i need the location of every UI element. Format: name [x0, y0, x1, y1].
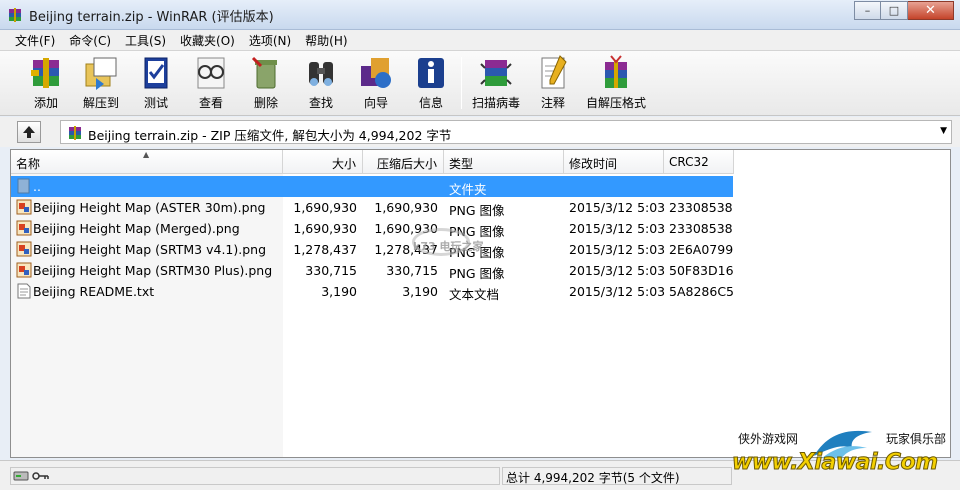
wizard-icon [361, 58, 391, 88]
png-file-icon [16, 220, 32, 236]
find-button[interactable]: 查找 [295, 54, 347, 112]
archive-icon [69, 126, 81, 140]
up-folder-button[interactable] [17, 121, 41, 143]
address-text: Beijing terrain.zip - ZIP 压缩文件, 解包大小为 4,… [88, 128, 452, 143]
delete-icon [251, 56, 277, 89]
comment-button[interactable]: 注释 [527, 54, 579, 112]
file-list[interactable]: 名称 ▲ 大小 压缩后大小 类型 修改时间 CRC32 .. 文件夹 Beiji… [10, 149, 951, 458]
extract-to-icon [85, 57, 117, 90]
wizard-button[interactable]: 向导 [350, 54, 402, 112]
menu-options[interactable]: 选项(N) [242, 30, 298, 50]
view-icon [197, 57, 225, 89]
column-header-type[interactable]: 类型 [444, 150, 564, 174]
png-file-icon [16, 262, 32, 278]
up-arrow-icon [23, 126, 35, 138]
folder-icon [17, 178, 30, 194]
png-file-icon [16, 199, 32, 215]
column-header-name[interactable]: 名称 ▲ [11, 150, 283, 174]
column-header-size[interactable]: 大小 [283, 150, 363, 174]
menu-tools[interactable]: 工具(S) [118, 30, 173, 50]
window-controls: – □ ✕ [854, 1, 954, 20]
table-row[interactable]: Beijing README.txt 3,190 3,190 文本文档 2015… [11, 281, 734, 302]
view-button[interactable]: 查看 [185, 54, 237, 112]
table-row-parent[interactable]: .. 文件夹 [11, 176, 733, 197]
sfx-button[interactable]: 自解压格式 [586, 54, 646, 112]
text-file-icon [17, 283, 31, 299]
close-button[interactable]: ✕ [908, 1, 954, 20]
delete-button[interactable]: 删除 [240, 54, 292, 112]
toolbar: 添加 解压到 测试 查看 删除 查找 向导 信息 扫描病毒 注释 自解压格式 [0, 50, 960, 116]
winrar-icon [9, 8, 21, 22]
extract-to-button[interactable]: 解压到 [75, 54, 127, 112]
png-file-icon [16, 241, 32, 257]
find-icon [309, 62, 333, 86]
sort-ascending-icon: ▲ [143, 150, 150, 159]
column-header-packed[interactable]: 压缩后大小 [363, 150, 444, 174]
virus-scan-icon [480, 60, 512, 86]
minimize-button[interactable]: – [854, 1, 881, 20]
test-icon [144, 57, 168, 89]
address-field[interactable]: Beijing terrain.zip - ZIP 压缩文件, 解包大小为 4,… [60, 120, 952, 144]
column-header-crc32[interactable]: CRC32 [664, 150, 734, 174]
table-row[interactable]: Beijing Height Map (SRTM3 v4.1).png 1,27… [11, 239, 733, 260]
toolbar-separator [461, 57, 462, 109]
title-bar: Beijing terrain.zip - WinRAR (评估版本) – □ … [0, 0, 960, 30]
menu-commands[interactable]: 命令(C) [62, 30, 118, 50]
status-summary: 总计 4,994,202 字节(5 个文件) [502, 467, 732, 485]
address-bar: Beijing terrain.zip - ZIP 压缩文件, 解包大小为 4,… [0, 117, 960, 147]
key-icon[interactable] [32, 470, 50, 482]
watermark-logo [412, 228, 470, 256]
add-archive-icon [31, 58, 59, 88]
menu-help[interactable]: 帮助(H) [298, 30, 354, 50]
comment-icon [541, 55, 567, 89]
drive-icon[interactable] [13, 470, 29, 482]
status-left-panel [10, 467, 500, 485]
test-button[interactable]: 测试 [130, 54, 182, 112]
menu-favorites[interactable]: 收藏夹(O) [173, 30, 242, 50]
maximize-button[interactable]: □ [881, 1, 908, 20]
table-row[interactable]: Beijing Height Map (ASTER 30m).png 1,690… [11, 197, 733, 218]
menu-bar: 文件(F) 命令(C) 工具(S) 收藏夹(O) 选项(N) 帮助(H) [0, 30, 960, 50]
virus-scan-button[interactable]: 扫描病毒 [470, 54, 522, 112]
column-header-modified[interactable]: 修改时间 [564, 150, 664, 174]
brand-url: www.Xiawai.Com [732, 450, 939, 476]
brand-watermark: 侠外游戏网 玩家俱乐部 www.Xiawai.Com [728, 426, 960, 490]
info-icon [418, 58, 444, 88]
add-button[interactable]: 添加 [20, 54, 72, 112]
table-row[interactable]: Beijing Height Map (SRTM30 Plus).png 330… [11, 260, 734, 281]
menu-file[interactable]: 文件(F) [8, 30, 62, 50]
window-title: Beijing terrain.zip - WinRAR (评估版本) [29, 10, 274, 25]
sfx-icon [605, 55, 627, 88]
table-row[interactable]: Beijing Height Map (Merged).png 1,690,93… [11, 218, 733, 239]
chevron-down-icon[interactable]: ▼ [940, 126, 947, 136]
info-button[interactable]: 信息 [405, 54, 457, 112]
